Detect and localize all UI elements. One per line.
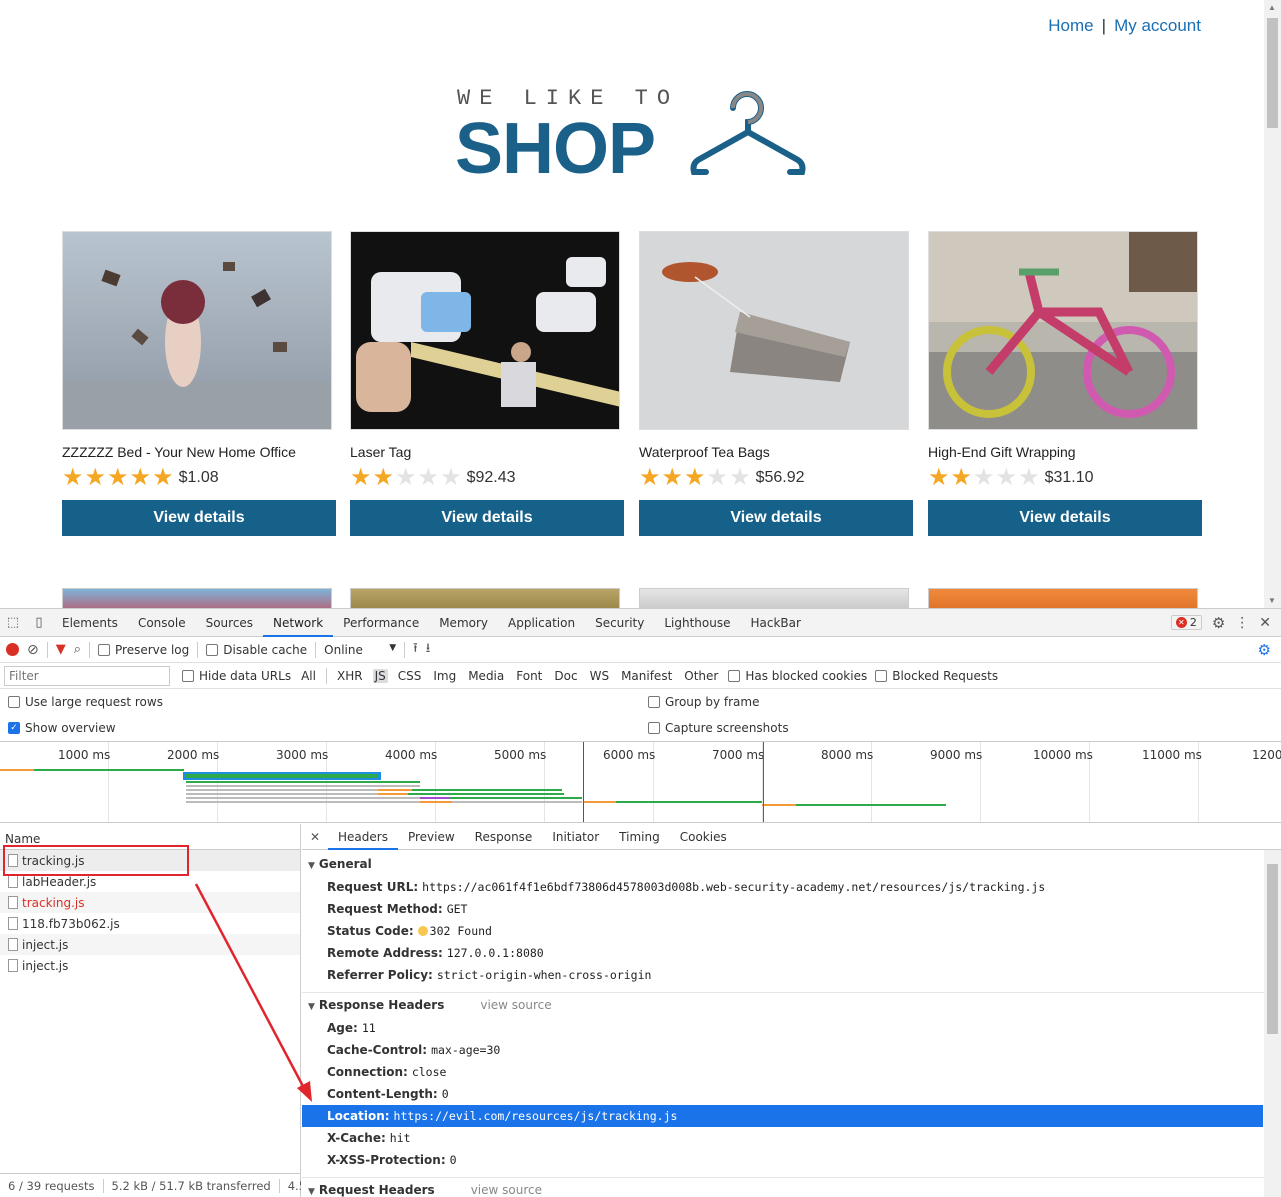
annotation-arrow-icon xyxy=(194,883,312,1102)
